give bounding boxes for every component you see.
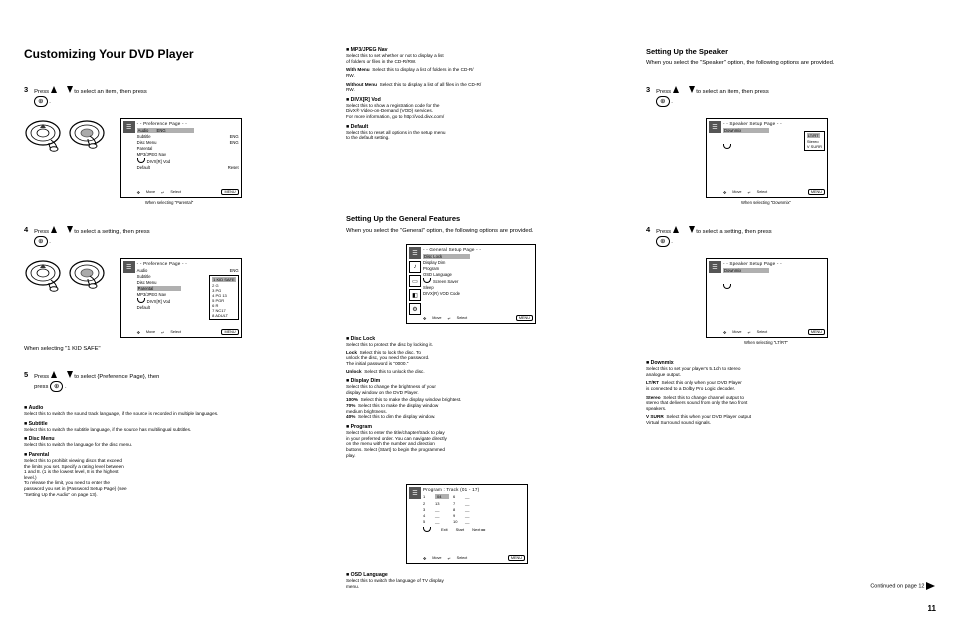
page-number: 11 xyxy=(928,604,936,613)
arrow-up-icon-5 xyxy=(673,226,679,236)
step-number-3b: 3 xyxy=(646,85,650,94)
step-number-3: 3 xyxy=(24,85,28,94)
dpad-up-icon-2 xyxy=(24,258,66,292)
page-title: Customizing Your DVD Player xyxy=(24,47,314,61)
opt-divx-text: Select this to show a registration code … xyxy=(346,103,616,120)
arrow-down-icon-4 xyxy=(689,86,695,96)
opt-divx: DIVX[R] Vod xyxy=(351,97,381,103)
speaker-intro: When you select the "Speaker" option, th… xyxy=(646,60,936,67)
arrow-up-icon-2 xyxy=(51,226,57,236)
osd-preference-a: ☰ - - Preference Page - - Audio ENG Subt… xyxy=(120,118,242,198)
opt-default-text: Select this to reset all options in the … xyxy=(346,130,616,141)
enter-pill: ⊕ xyxy=(34,96,47,107)
opt-default: Default xyxy=(351,124,369,130)
arrow-down-icon-2 xyxy=(67,226,73,236)
dpad-up-icon xyxy=(24,118,66,152)
caption-sel-downmix: When selecting "Downmix" xyxy=(646,200,826,205)
caption-sel-ltrt: When selecting "LT/RT" xyxy=(646,340,826,345)
osd-preference-b: ☰ - - Preference Page - - AudioENG Subti… xyxy=(120,258,242,338)
arrow-down-icon-3 xyxy=(67,371,73,381)
enter-pill-4: ⊕ xyxy=(656,96,669,107)
opt-mp3jpeg-text: Select this to set whether or not to dis… xyxy=(346,53,616,64)
dpad-center-icon-2 xyxy=(68,258,110,292)
caption-sel-parental: When selecting "Parental" xyxy=(24,200,314,205)
arrow-up-icon-3 xyxy=(51,371,57,381)
heading-general: Setting Up the General Features xyxy=(346,214,616,223)
opt-parental-text: Select this to prohibit viewing discs th… xyxy=(24,458,314,497)
heading-speaker: Setting Up the Speaker xyxy=(646,47,936,56)
osd-program: ☰ Program : Track (01 - 17) 1046__ 2137_… xyxy=(406,484,528,564)
select-1kid-safe: When selecting "1 KID SAFE" xyxy=(24,346,314,353)
osd-speaker-a: ☰ - - Speaker Setup Page - - Downmix LT/… xyxy=(706,118,828,198)
arrow-up-icon xyxy=(51,86,57,96)
enter-pill-2: ⊕ xyxy=(34,236,47,247)
step-number-4b: 4 xyxy=(646,225,650,234)
enter-pill-3: ⊕ xyxy=(50,381,63,392)
step-number-5: 5 xyxy=(24,370,28,379)
enter-pill-5: ⊕ xyxy=(656,236,669,247)
arrow-up-icon-4 xyxy=(673,86,679,96)
osd-speaker-b: ☰ - - Speaker Setup Page - - Downmix ✥Mo… xyxy=(706,258,828,338)
step-number-4: 4 xyxy=(24,225,28,234)
general-intro: When you select the "General" option, th… xyxy=(346,228,616,235)
opt-osd-lang-text: Select this to switch the language of TV… xyxy=(346,578,616,589)
opt-subtitle: Subtitle xyxy=(29,421,48,427)
continued-link: Continued on page 12 xyxy=(646,582,936,590)
step3-text-b: to select an item, then press xyxy=(74,89,147,95)
arrow-down-icon-5 xyxy=(689,226,695,236)
arrow-down-icon xyxy=(67,86,73,96)
osd-general: ☰ ♪ ▭ ◧ ⚙ - - General Setup Page - - Dis… xyxy=(406,244,536,324)
step3-text-a: Press xyxy=(34,89,50,95)
dpad-center-icon xyxy=(68,118,110,152)
step3-text-c: . xyxy=(49,99,51,105)
